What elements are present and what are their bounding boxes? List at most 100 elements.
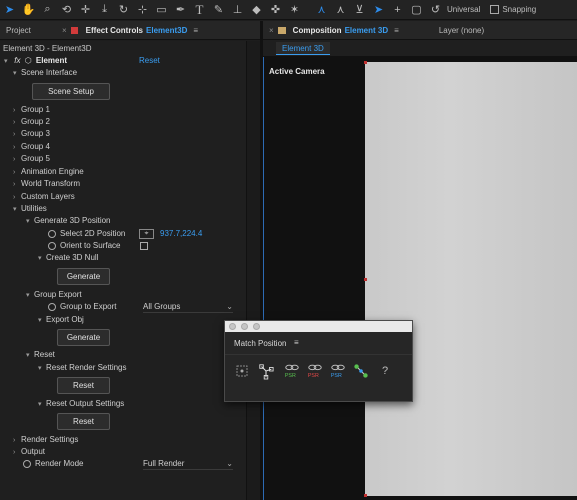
help-icon[interactable]: ? bbox=[377, 363, 393, 379]
generate-null-button[interactable]: Generate bbox=[57, 268, 110, 285]
stopwatch-icon[interactable] bbox=[48, 302, 56, 311]
section-group-1[interactable]: › Group 1 bbox=[13, 104, 50, 116]
chevron-down-icon[interactable]: ▾ bbox=[26, 290, 34, 302]
bounds-handle[interactable] bbox=[364, 494, 367, 497]
close-icon[interactable]: × bbox=[269, 26, 274, 35]
chevron-down-icon[interactable]: ▾ bbox=[26, 216, 34, 228]
chevron-down-icon[interactable]: ▾ bbox=[38, 363, 46, 375]
bounds-icon[interactable]: ▢ bbox=[407, 0, 426, 20]
link-psr-blue-icon[interactable]: PSR bbox=[330, 363, 346, 379]
reset-render-button[interactable]: Reset bbox=[57, 377, 110, 394]
chevron-down-icon[interactable]: ▾ bbox=[38, 253, 46, 265]
selection-icon[interactable]: ➤ bbox=[0, 0, 19, 20]
eraser-icon[interactable]: ◆ bbox=[247, 0, 266, 20]
connect-nodes-icon[interactable] bbox=[353, 363, 369, 379]
section-render-settings[interactable]: › Render Settings bbox=[13, 434, 78, 446]
chevron-down-icon[interactable]: ▾ bbox=[26, 350, 34, 362]
render-mode-dropdown[interactable]: Full Render ⌄ bbox=[143, 458, 233, 470]
brush-icon[interactable]: ✎ bbox=[209, 0, 228, 20]
sub-tab-element-3d[interactable]: Element 3D bbox=[276, 42, 330, 55]
chevron-down-icon[interactable]: ▾ bbox=[38, 315, 46, 327]
rotate-icon[interactable]: ↻ bbox=[114, 0, 133, 20]
tab-layer[interactable]: Layer (none) bbox=[433, 21, 490, 39]
axis-world-icon[interactable]: ⋏ bbox=[331, 0, 350, 20]
section-group-export[interactable]: ▾ Group Export bbox=[26, 289, 82, 301]
stopwatch-icon[interactable] bbox=[48, 229, 56, 238]
section-reset[interactable]: ▾ Reset bbox=[26, 349, 55, 361]
orient-to-surface-checkbox[interactable] bbox=[140, 242, 148, 250]
add-icon[interactable]: + bbox=[388, 0, 407, 20]
hand-icon[interactable]: ✋ bbox=[19, 0, 38, 20]
chevron-down-icon[interactable]: ▾ bbox=[13, 204, 21, 216]
section-scene-interface[interactable]: ▾ Scene Interface bbox=[13, 67, 77, 79]
close-icon[interactable]: × bbox=[62, 26, 67, 35]
universal-label[interactable]: Universal bbox=[447, 5, 480, 14]
panel-title-bar[interactable] bbox=[225, 321, 412, 332]
effect-reset-link[interactable]: Reset bbox=[139, 55, 160, 67]
fx-badge[interactable]: fx bbox=[14, 56, 20, 65]
section-export-obj[interactable]: ▾ Export Obj bbox=[38, 314, 84, 326]
zoom-icon[interactable]: ⌕ bbox=[38, 0, 57, 20]
section-custom-layers[interactable]: › Custom Layers bbox=[13, 191, 75, 203]
clone-icon[interactable]: ⊥ bbox=[228, 0, 247, 20]
panel-menu-icon[interactable]: ≡ bbox=[294, 338, 299, 347]
composition-canvas[interactable] bbox=[365, 62, 577, 496]
crosshair-icon[interactable]: ⌖ bbox=[139, 229, 154, 239]
section-reset-output-settings[interactable]: ▾ Reset Output Settings bbox=[38, 398, 124, 410]
anchor-icon[interactable]: ⊹ bbox=[133, 0, 152, 20]
pen-icon[interactable]: ✒ bbox=[171, 0, 190, 20]
chevron-right-icon[interactable]: › bbox=[13, 129, 21, 141]
section-group-3[interactable]: › Group 3 bbox=[13, 128, 50, 140]
tab-project[interactable]: Project bbox=[0, 21, 62, 39]
panel-menu-icon[interactable]: ≡ bbox=[394, 26, 399, 35]
scene-setup-button[interactable]: Scene Setup bbox=[32, 83, 110, 100]
lock-icon[interactable] bbox=[70, 26, 78, 34]
snapping-checkbox[interactable] bbox=[490, 5, 500, 14]
chevron-down-icon[interactable]: ▾ bbox=[38, 399, 46, 411]
minimize-window-button[interactable] bbox=[241, 323, 248, 330]
chevron-right-icon[interactable]: › bbox=[13, 179, 21, 191]
chevron-down-icon[interactable]: ▾ bbox=[13, 68, 21, 80]
puppet-icon[interactable]: ✶ bbox=[285, 0, 304, 20]
position-value[interactable]: 937.7,224.4 bbox=[160, 228, 202, 240]
section-utilities[interactable]: ▾ Utilities bbox=[13, 203, 47, 215]
dolly-icon[interactable]: ⤓ bbox=[95, 0, 114, 20]
snapping-label[interactable]: Snapping bbox=[502, 5, 536, 14]
section-group-4[interactable]: › Group 4 bbox=[13, 141, 50, 153]
axis-icon[interactable]: ⋏ bbox=[312, 0, 331, 20]
link-psr-green-icon[interactable]: PSR bbox=[284, 363, 300, 379]
section-create-3d-null[interactable]: ▾ Create 3D Null bbox=[38, 252, 98, 264]
null-axis-icon[interactable] bbox=[258, 363, 274, 380]
link-psr-red-icon[interactable]: PSR bbox=[307, 363, 323, 379]
tab-composition[interactable]: Composition Element 3D ≡ bbox=[291, 21, 405, 39]
scrollbar[interactable] bbox=[246, 41, 260, 500]
region-icon[interactable]: ▭ bbox=[152, 0, 171, 20]
section-group-2[interactable]: › Group 2 bbox=[13, 116, 50, 128]
bounds-handle[interactable] bbox=[364, 61, 367, 64]
stopwatch-icon[interactable] bbox=[23, 459, 31, 468]
reset-output-button[interactable]: Reset bbox=[57, 413, 110, 430]
generate-obj-button[interactable]: Generate bbox=[57, 329, 110, 346]
bounds-handle[interactable] bbox=[364, 278, 367, 281]
zoom-window-button[interactable] bbox=[253, 323, 260, 330]
section-reset-render-settings[interactable]: ▾ Reset Render Settings bbox=[38, 362, 127, 374]
orbit-icon[interactable]: ⟲ bbox=[57, 0, 76, 20]
section-world-transform[interactable]: › World Transform bbox=[13, 178, 80, 190]
undo-icon[interactable]: ↺ bbox=[426, 0, 445, 20]
pan-icon[interactable]: ✛ bbox=[76, 0, 95, 20]
target-select-icon[interactable] bbox=[234, 363, 250, 379]
group-to-export-dropdown[interactable]: All Groups ⌄ bbox=[143, 301, 233, 313]
type-icon[interactable]: T bbox=[190, 0, 209, 20]
chevron-right-icon[interactable]: › bbox=[13, 154, 21, 166]
section-group-5[interactable]: › Group 5 bbox=[13, 153, 50, 165]
section-output[interactable]: › Output bbox=[13, 446, 45, 458]
stopwatch-icon[interactable] bbox=[48, 241, 56, 250]
close-window-button[interactable] bbox=[229, 323, 236, 330]
axis-view-icon[interactable]: ⊻ bbox=[350, 0, 369, 20]
effect-header[interactable]: ▾ fx ⬡ Element bbox=[4, 55, 67, 67]
select-icon[interactable]: ➤ bbox=[369, 0, 388, 20]
roto-icon[interactable]: ✜ bbox=[266, 0, 285, 20]
section-generate-3d-position[interactable]: ▾ Generate 3D Position bbox=[26, 215, 111, 227]
composition-lock-icon[interactable] bbox=[277, 26, 286, 34]
chevron-down-icon[interactable]: ▾ bbox=[4, 56, 12, 68]
